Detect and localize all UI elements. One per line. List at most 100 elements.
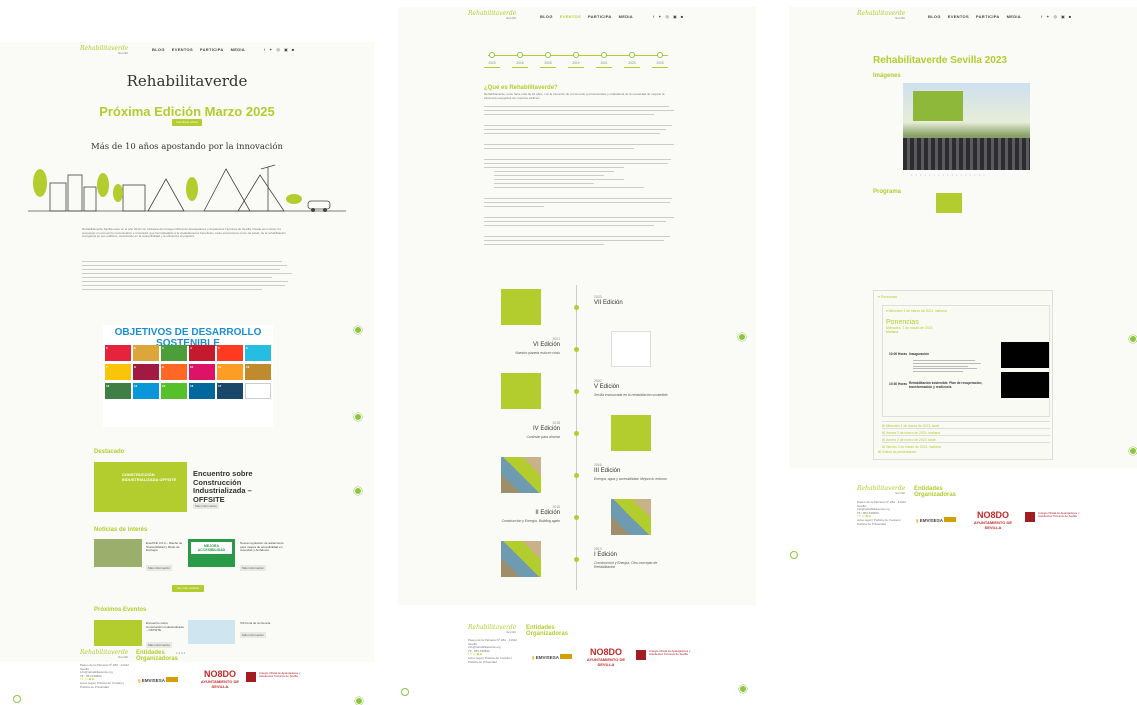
linkedin-icon-2[interactable]: ■: [681, 14, 683, 19]
video-embed-1[interactable]: [1001, 342, 1049, 368]
facebook-icon-2[interactable]: f: [653, 14, 654, 19]
footer-legal-3[interactable]: Aviso legal | Política de Cookies | Polí…: [857, 518, 911, 526]
youtube-icon-3[interactable]: ▣: [1061, 14, 1065, 19]
chat-button-low[interactable]: [354, 487, 362, 495]
nav-participate-2[interactable]: PARTICIPA: [588, 14, 612, 19]
timeline-year[interactable]: 2025: [652, 61, 668, 65]
timeline-dot[interactable]: [601, 52, 607, 58]
accordion-ponencias[interactable]: ▾ Ponencias: [878, 295, 897, 299]
edition-image[interactable]: [501, 541, 541, 577]
timeline-year[interactable]: 2016: [512, 61, 528, 65]
edition-image[interactable]: [501, 289, 541, 325]
chat-button-mid[interactable]: [354, 413, 362, 421]
brand-logo-3[interactable]: Rehabilitaverde Sevilla: [857, 11, 905, 21]
accessibility-button[interactable]: [13, 695, 21, 703]
linkedin-icon[interactable]: ■: [292, 47, 294, 52]
edition-image[interactable]: [501, 373, 541, 409]
timeline-year[interactable]: 2021: [596, 61, 612, 65]
news-title-1[interactable]: EnerPHit 3.0.0 – Diseño de Sostenibilida…: [146, 541, 184, 553]
footer-legal-2[interactable]: Aviso legal | Política de Cookies | Polí…: [468, 656, 520, 664]
edition-image[interactable]: [611, 331, 651, 367]
nav-blog[interactable]: BLOG: [152, 47, 165, 52]
youtube-icon[interactable]: ▣: [284, 47, 288, 52]
nav-participate[interactable]: PARTICIPA: [200, 47, 224, 52]
edition-title[interactable]: VI Edición: [484, 342, 560, 348]
chat-button-p3b[interactable]: [1129, 447, 1137, 455]
edition-dot: [574, 473, 579, 478]
accordion-row[interactable]: ⊞ Jueves 2 de marzo de 2023, tarde: [882, 435, 1050, 442]
nav-events[interactable]: EVENTOS: [172, 47, 193, 52]
news-more-1[interactable]: Más información: [146, 565, 173, 571]
news-title-2[interactable]: Nueva regulación de aislamiento para mej…: [240, 541, 285, 553]
edition-title[interactable]: I Edición: [594, 552, 670, 558]
brand-logo-2[interactable]: Rehabilitaverde Sevilla: [468, 11, 516, 21]
accessibility-button-2[interactable]: [401, 688, 409, 696]
nav-blog-2[interactable]: BLOG: [540, 14, 553, 19]
featured-more-button[interactable]: Más información: [193, 503, 220, 509]
edition-title[interactable]: VII Edición: [594, 300, 670, 306]
timeline-dot[interactable]: [489, 52, 495, 58]
chat-button-footer[interactable]: [355, 697, 363, 705]
edition-title[interactable]: IV Edición: [484, 426, 560, 432]
nav-media[interactable]: MEDIA: [231, 47, 245, 52]
nav-events-3[interactable]: EVENTOS: [948, 14, 969, 19]
timeline-dot[interactable]: [517, 52, 523, 58]
instagram-icon-2[interactable]: ◎: [665, 14, 669, 19]
news-image-2[interactable]: MEJORA ACCESIBILIDAD: [188, 539, 235, 567]
gallery-image[interactable]: [903, 83, 1030, 170]
videos-row[interactable]: ⊞ Vídeos de presentación: [878, 450, 916, 454]
timeline-year[interactable]: 2015: [484, 61, 500, 65]
twitter-icon-2[interactable]: ✦: [658, 14, 661, 19]
event-title-2[interactable]: VIII Feria de la Ciencia: [240, 621, 285, 626]
nav-media-3[interactable]: MEDIA: [1007, 14, 1021, 19]
day1-toggle[interactable]: ▾ Miércoles 1 de marzo de 2023, mañana: [886, 309, 1046, 313]
event-title-1[interactable]: Encuentro sobre Construcción Industriali…: [146, 621, 184, 633]
timeline-year[interactable]: 2019: [568, 61, 584, 65]
featured-image[interactable]: CONSTRUCCIÓN INDUSTRIALIZADA OFFSITE: [94, 462, 187, 512]
accessibility-button-3[interactable]: [790, 551, 798, 559]
news-all-button[interactable]: Ver más noticias: [172, 585, 204, 592]
chat-button-top[interactable]: [354, 326, 362, 334]
timeline-dot[interactable]: [545, 52, 551, 58]
edition-image[interactable]: [611, 499, 651, 535]
timeline-dot[interactable]: [657, 52, 663, 58]
brand-logo[interactable]: Rehabilitaverde Sevilla: [80, 46, 128, 56]
accordion-row[interactable]: ⊞ Viernes 3 de marzo de 2023, mañana: [882, 442, 1050, 449]
gallery-dots[interactable]: • • • • • • • • • • • • • • • • •: [911, 172, 986, 177]
accordion-row[interactable]: ⊞ Miércoles 1 de marzo de 2023, tarde: [882, 421, 1050, 428]
twitter-icon[interactable]: ✦: [269, 47, 272, 52]
accordion-row[interactable]: ⊞ Jueves 2 de marzo de 2023, mañana: [882, 428, 1050, 435]
featured-title[interactable]: Encuentro sobre Construcción Industriali…: [193, 469, 283, 504]
youtube-icon-2[interactable]: ▣: [673, 14, 677, 19]
edition-image[interactable]: [501, 457, 541, 493]
edition-title[interactable]: V Edición: [594, 384, 670, 390]
chat-button-p2[interactable]: [738, 333, 746, 341]
timeline-year[interactable]: 2018: [540, 61, 556, 65]
edition-title[interactable]: II Edición: [484, 510, 560, 516]
chat-button-footer-2[interactable]: [739, 685, 747, 693]
news-image-1[interactable]: [94, 539, 142, 567]
footer-legal[interactable]: Aviso legal | Política de Cookies | Polí…: [80, 681, 130, 689]
timeline-dot[interactable]: [573, 52, 579, 58]
nav-media-2[interactable]: MEDIA: [619, 14, 633, 19]
timeline-year[interactable]: 2023: [624, 61, 640, 65]
edition-subtitle: Nuestro planeta está en crisis: [515, 351, 560, 355]
video-embed-2[interactable]: [1001, 372, 1049, 398]
chat-button-p3[interactable]: [1129, 335, 1137, 343]
program-thumbnail[interactable]: [936, 193, 962, 213]
facebook-icon-3[interactable]: f: [1041, 14, 1042, 19]
nav-blog-3[interactable]: BLOG: [928, 14, 941, 19]
timeline-dot[interactable]: [629, 52, 635, 58]
event-more-2[interactable]: Más información: [240, 632, 267, 638]
nav-events-2[interactable]: EVENTOS: [560, 14, 581, 19]
nav-participate-3[interactable]: PARTICIPA: [976, 14, 1000, 19]
edition-image[interactable]: [611, 415, 651, 451]
instagram-icon-3[interactable]: ◎: [1053, 14, 1057, 19]
register-button[interactable]: Inscríbete ahora: [172, 119, 202, 126]
facebook-icon[interactable]: f: [264, 47, 265, 52]
twitter-icon-3[interactable]: ✦: [1046, 14, 1049, 19]
linkedin-icon-3[interactable]: ■: [1069, 14, 1071, 19]
instagram-icon[interactable]: ◎: [276, 47, 280, 52]
edition-title[interactable]: III Edición: [594, 468, 670, 474]
news-more-2[interactable]: Más información: [240, 565, 267, 571]
